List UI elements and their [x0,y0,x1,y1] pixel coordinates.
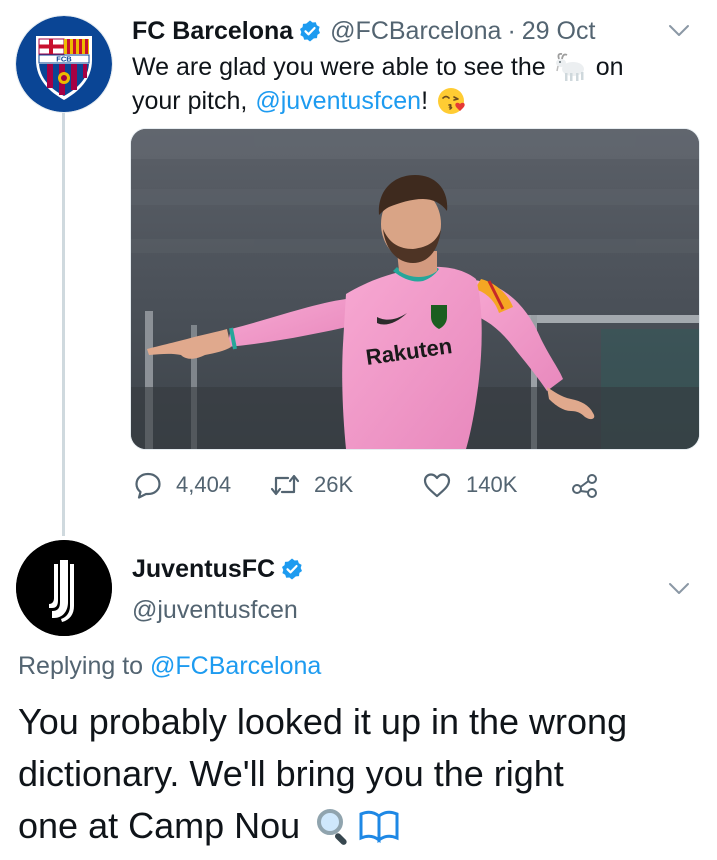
fc-barcelona-avatar[interactable]: FCB [16,16,112,112]
player-photo-illustration: Rakuten [131,129,699,449]
reply-line-3: one at Camp Nou [18,805,301,846]
thread-connector-line [62,108,65,536]
reply-line-1: You probably looked it up in the wrong [18,701,628,742]
reply-count: 4,404 [176,472,232,497]
tweet-text-segment-2: on [595,53,624,81]
retweet-count: 26K [314,472,354,497]
mention-link-juventusfcen[interactable]: @juventusfcen [255,84,421,118]
retweet-button[interactable]: 26K [270,468,353,502]
reply-button[interactable]: 4,404 [134,468,231,502]
tweet-options-chevron-down-icon[interactable] [668,24,690,38]
fc-barcelona-handle[interactable]: @FCBarcelona [330,17,501,46]
like-count: 140K [466,472,518,497]
juventus-handle[interactable]: @juventusfcen [132,596,298,625]
tweet-action-bar: 4,404 26K 140K [132,468,612,502]
face-blowing-kiss-emoji-icon [438,88,465,114]
fcb-crest-icon: FCB [16,16,112,112]
verified-badge-icon [282,558,303,580]
share-button[interactable] [570,468,614,502]
tweet-text-segment-4: ! [421,87,429,115]
juventus-avatar[interactable] [16,540,112,636]
tweet-text-segment-1: We are glad you were able to see the [132,53,546,81]
fc-barcelona-display-name[interactable]: FC Barcelona [132,17,293,46]
open-book-emoji-icon [359,810,399,844]
share-icon [572,474,597,498]
original-tweet-text: We are glad you were able to see the on … [132,50,692,118]
reply-tweet-text: You probably looked it up in the wrong d… [18,696,708,852]
fcb-crest-letters: FCB [56,55,72,64]
header-separator: · [507,16,516,45]
magnifying-glass-emoji-icon [317,809,347,845]
tweet-date[interactable]: 29 Oct [522,17,596,46]
replying-to-mention-link[interactable]: @FCBarcelona [150,652,321,680]
reply-options-chevron-down-icon[interactable] [668,582,690,596]
retweet-icon [270,474,300,496]
replying-to-prefix: Replying to [18,652,144,680]
like-button[interactable]: 140K [422,468,517,502]
replying-to-line: Replying to @FCBarcelona [18,652,321,681]
heart-icon [423,473,451,498]
verified-badge-icon [300,20,321,42]
reply-line-2: dictionary. We'll bring you the right [18,753,564,794]
juventus-header: JuventusFC [132,552,312,586]
reply-icon [135,472,161,499]
reply-line-3-container: one at Camp Nou [18,800,708,852]
juventus-display-name[interactable]: JuventusFC [132,555,275,584]
original-tweet-header: FC Barcelona @FCBarcelona · 29 Oct [132,14,595,48]
juventus-logo-icon [16,540,112,636]
goat-emoji-icon [555,52,584,81]
tweet-media-image[interactable]: Rakuten [130,128,700,450]
tweet-text-segment-3: your pitch, [132,87,248,115]
